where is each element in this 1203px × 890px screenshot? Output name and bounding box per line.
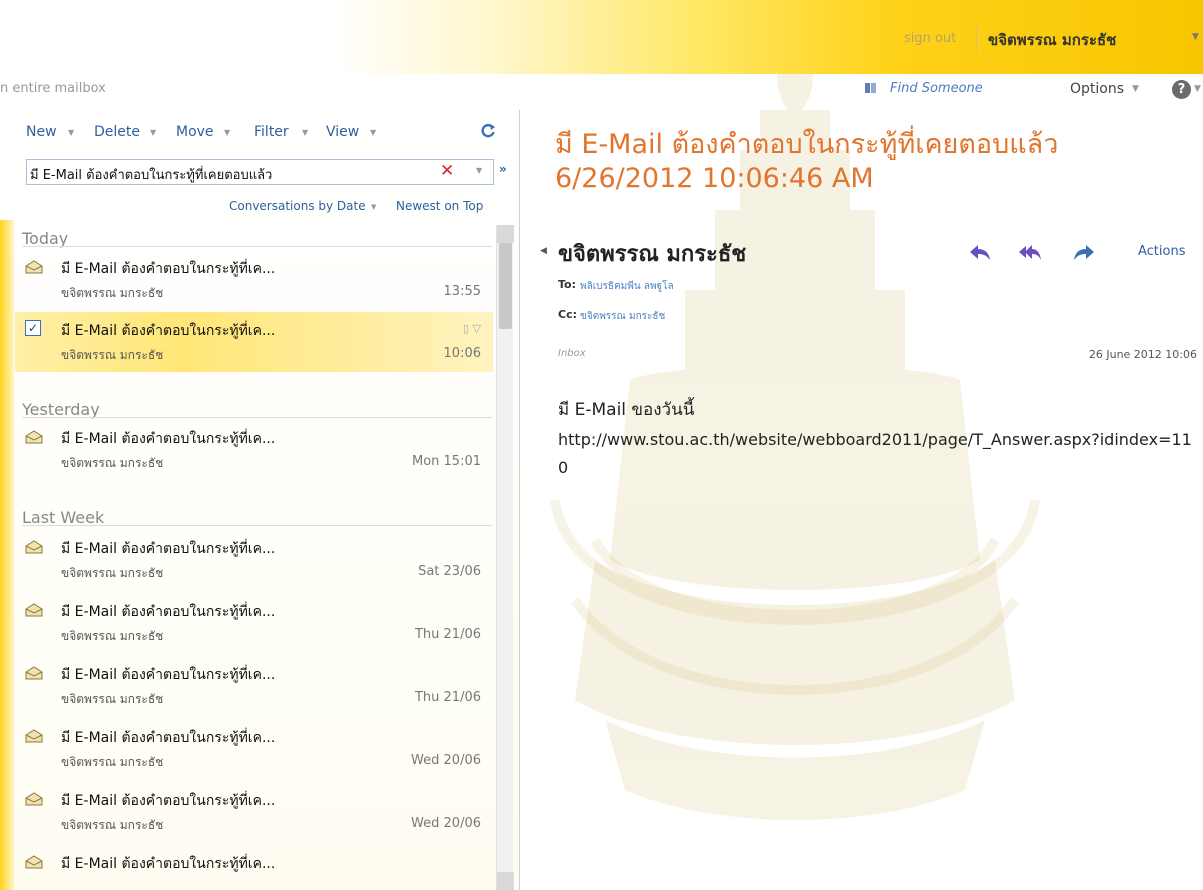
message-body-link[interactable]: http://www.stou.ac.th/website/webboard20… [558, 426, 1193, 482]
message-sender: ขจิตพรรณ มกระธัช [61, 818, 164, 832]
group-divider [22, 525, 492, 526]
help-icon[interactable]: ? [1172, 80, 1191, 99]
arrange-by-menu[interactable]: Conversations by Date [229, 199, 366, 213]
expand-filter-icon[interactable]: » [499, 162, 507, 176]
actions-menu[interactable]: Actions [1138, 244, 1186, 259]
cc-label: Cc: [558, 308, 577, 321]
message-subject: มี E-Mail ต้องคำตอบในกระทู้ที่เค... [61, 541, 276, 557]
message-time: 13:55 [443, 284, 481, 299]
scroll-down-button[interactable] [497, 872, 514, 890]
envelope-open-icon [25, 855, 43, 869]
message-row-selected[interactable]: ✓ มี E-Mail ต้องคำตอบในกระทู้ที่เค... ▯ … [15, 312, 493, 372]
search-scope-label[interactable]: n entire mailbox [0, 81, 106, 96]
message-row[interactable]: มี E-Mail ต้องคำตอบในกระทู้ที่เค... ขจิต… [15, 782, 493, 842]
message-title: มี E-Mail ต้องคำตอบในกระทู้ที่เคยตอบแล้ว… [555, 129, 1059, 194]
message-time: Wed 20/06 [411, 816, 481, 831]
message-body-line: มี E-Mail ของวันนี้ [558, 400, 695, 420]
scroll-thumb[interactable] [499, 243, 512, 329]
message-sender: ขจิตพรรณ มกระธัช [61, 286, 164, 300]
message-row[interactable]: มี E-Mail ต้องคำตอบในกระทู้ที่เค... ขจิต… [15, 530, 493, 590]
forward-icon[interactable] [1072, 242, 1096, 262]
new-button[interactable]: New [26, 124, 57, 140]
check-icon[interactable]: ✓ [25, 320, 41, 336]
envelope-open-icon [25, 430, 43, 444]
collapse-icon[interactable]: ◀ [540, 246, 547, 256]
message-subject: มี E-Mail ต้องคำตอบในกระทู้ที่เค... [61, 604, 276, 620]
folder-label: Inbox [558, 348, 586, 359]
chevron-down-icon[interactable]: ▼ [476, 166, 482, 175]
scroll-up-button[interactable] [497, 225, 514, 243]
sign-out-link[interactable]: sign out [904, 31, 956, 46]
message-sender: ขจิตพรรณ มกระธัช [61, 692, 164, 706]
cc-recipient[interactable]: ขจิตพรรณ มกระธัช [580, 309, 665, 324]
message-subject: มี E-Mail ต้องคำตอบในกระทู้ที่เค... [61, 431, 276, 447]
envelope-open-icon [25, 540, 43, 554]
pane-edge-highlight [0, 220, 14, 890]
chevron-down-icon[interactable]: ▼ [370, 128, 376, 137]
list-scrollbar[interactable] [496, 225, 514, 890]
chevron-down-icon[interactable]: ▼ [1132, 84, 1139, 94]
message-time: Mon 15:01 [411, 454, 481, 469]
message-sender: ขจิตพรรณ มกระธัช [61, 348, 164, 362]
filter-button[interactable]: Filter [254, 124, 289, 140]
delete-button[interactable]: Delete [94, 124, 140, 140]
message-subject: มี E-Mail ต้องคำตอบในกระทู้ที่เค... [61, 261, 276, 277]
chevron-down-icon[interactable]: ▼ [224, 128, 230, 137]
address-book-icon[interactable] [864, 82, 878, 94]
group-divider [22, 246, 492, 247]
find-someone-link[interactable]: Find Someone [890, 81, 983, 96]
envelope-open-icon [25, 666, 43, 680]
chevron-down-icon[interactable]: ▼ [68, 128, 74, 137]
refresh-icon[interactable] [480, 122, 496, 138]
sent-time: 26 June 2012 10:06 [1088, 348, 1197, 361]
message-time: Thu 21/06 [414, 627, 481, 642]
sender-name[interactable]: ขจิตพรรณ มกระธัช [558, 236, 746, 271]
move-button[interactable]: Move [176, 124, 214, 140]
message-subject: มี E-Mail ต้องคำตอบในกระทู้ที่เค... [61, 793, 276, 809]
header-divider [976, 26, 977, 52]
options-menu[interactable]: Options [1070, 81, 1124, 97]
message-row[interactable]: มี E-Mail ต้องคำตอบในกระทู้ที่เค... ขจิต… [15, 719, 493, 779]
filter-input-value[interactable]: มี E-Mail ต้องคำตอบในกระทู้ที่เคยตอบแล้ว [30, 164, 272, 185]
message-sender: ขจิตพรรณ มกระธัช [61, 566, 164, 580]
reply-all-icon[interactable] [1018, 242, 1042, 262]
message-subject: มี E-Mail ต้องคำตอบในกระทู้ที่เค... [61, 856, 276, 872]
envelope-open-icon [25, 260, 43, 274]
message-row[interactable]: มี E-Mail ต้องคำตอบในกระทู้ที่เค... ขจิต… [15, 420, 493, 480]
to-label: To: [558, 278, 576, 291]
envelope-open-icon [25, 603, 43, 617]
list-toolbar: New ▼ Delete ▼ Move ▼ Filter ▼ View ▼ [0, 120, 515, 144]
user-name-menu[interactable]: ขจิตพรรณ มกระธัช [988, 28, 1116, 52]
message-time: Sat 23/06 [418, 564, 481, 579]
chevron-down-icon[interactable]: ▼ [1192, 32, 1199, 42]
envelope-open-icon [25, 729, 43, 743]
message-row[interactable]: มี E-Mail ต้องคำตอบในกระทู้ที่เค... ขจิต… [15, 250, 493, 310]
group-divider [22, 417, 492, 418]
chevron-down-icon[interactable]: ▼ [1194, 84, 1201, 94]
chevron-down-icon[interactable]: ▼ [302, 128, 308, 137]
message-subject: มี E-Mail ต้องคำตอบในกระทู้ที่เค... [61, 667, 276, 683]
sort-order-button[interactable]: Newest on Top [396, 199, 483, 213]
message-time: Wed 20/06 [411, 753, 481, 768]
view-button[interactable]: View [326, 124, 359, 140]
message-time: Thu 21/06 [414, 690, 481, 705]
flag-icon[interactable]: ▯ ▽ [463, 322, 481, 335]
message-sender: ขจิตพรรณ มกระธัช [61, 456, 164, 470]
message-sender: ขจิตพรรณ มกระธัช [61, 755, 164, 769]
reply-icon[interactable] [968, 242, 992, 262]
chevron-down-icon[interactable]: ▼ [371, 203, 376, 211]
to-recipient[interactable]: พลิเบรธิคมพีน ลพฐูโล [580, 279, 674, 294]
message-subject: มี E-Mail ต้องคำตอบในกระทู้ที่เค... [61, 323, 276, 339]
message-row[interactable]: มี E-Mail ต้องคำตอบในกระทู้ที่เค... [15, 845, 493, 890]
message-row[interactable]: มี E-Mail ต้องคำตอบในกระทู้ที่เค... ขจิต… [15, 593, 493, 653]
message-row[interactable]: มี E-Mail ต้องคำตอบในกระทู้ที่เค... ขจิต… [15, 656, 493, 716]
message-time: 10:06 [443, 346, 481, 361]
chevron-down-icon[interactable]: ▼ [150, 128, 156, 137]
message-sender: ขจิตพรรณ มกระธัช [61, 629, 164, 643]
envelope-open-icon [25, 792, 43, 806]
message-subject: มี E-Mail ต้องคำตอบในกระทู้ที่เค... [61, 730, 276, 746]
owa-window: sign out ขจิตพรรณ มกระธัช ▼ n entire mai… [0, 0, 1203, 890]
clear-filter-icon[interactable]: ✕ [440, 161, 454, 181]
